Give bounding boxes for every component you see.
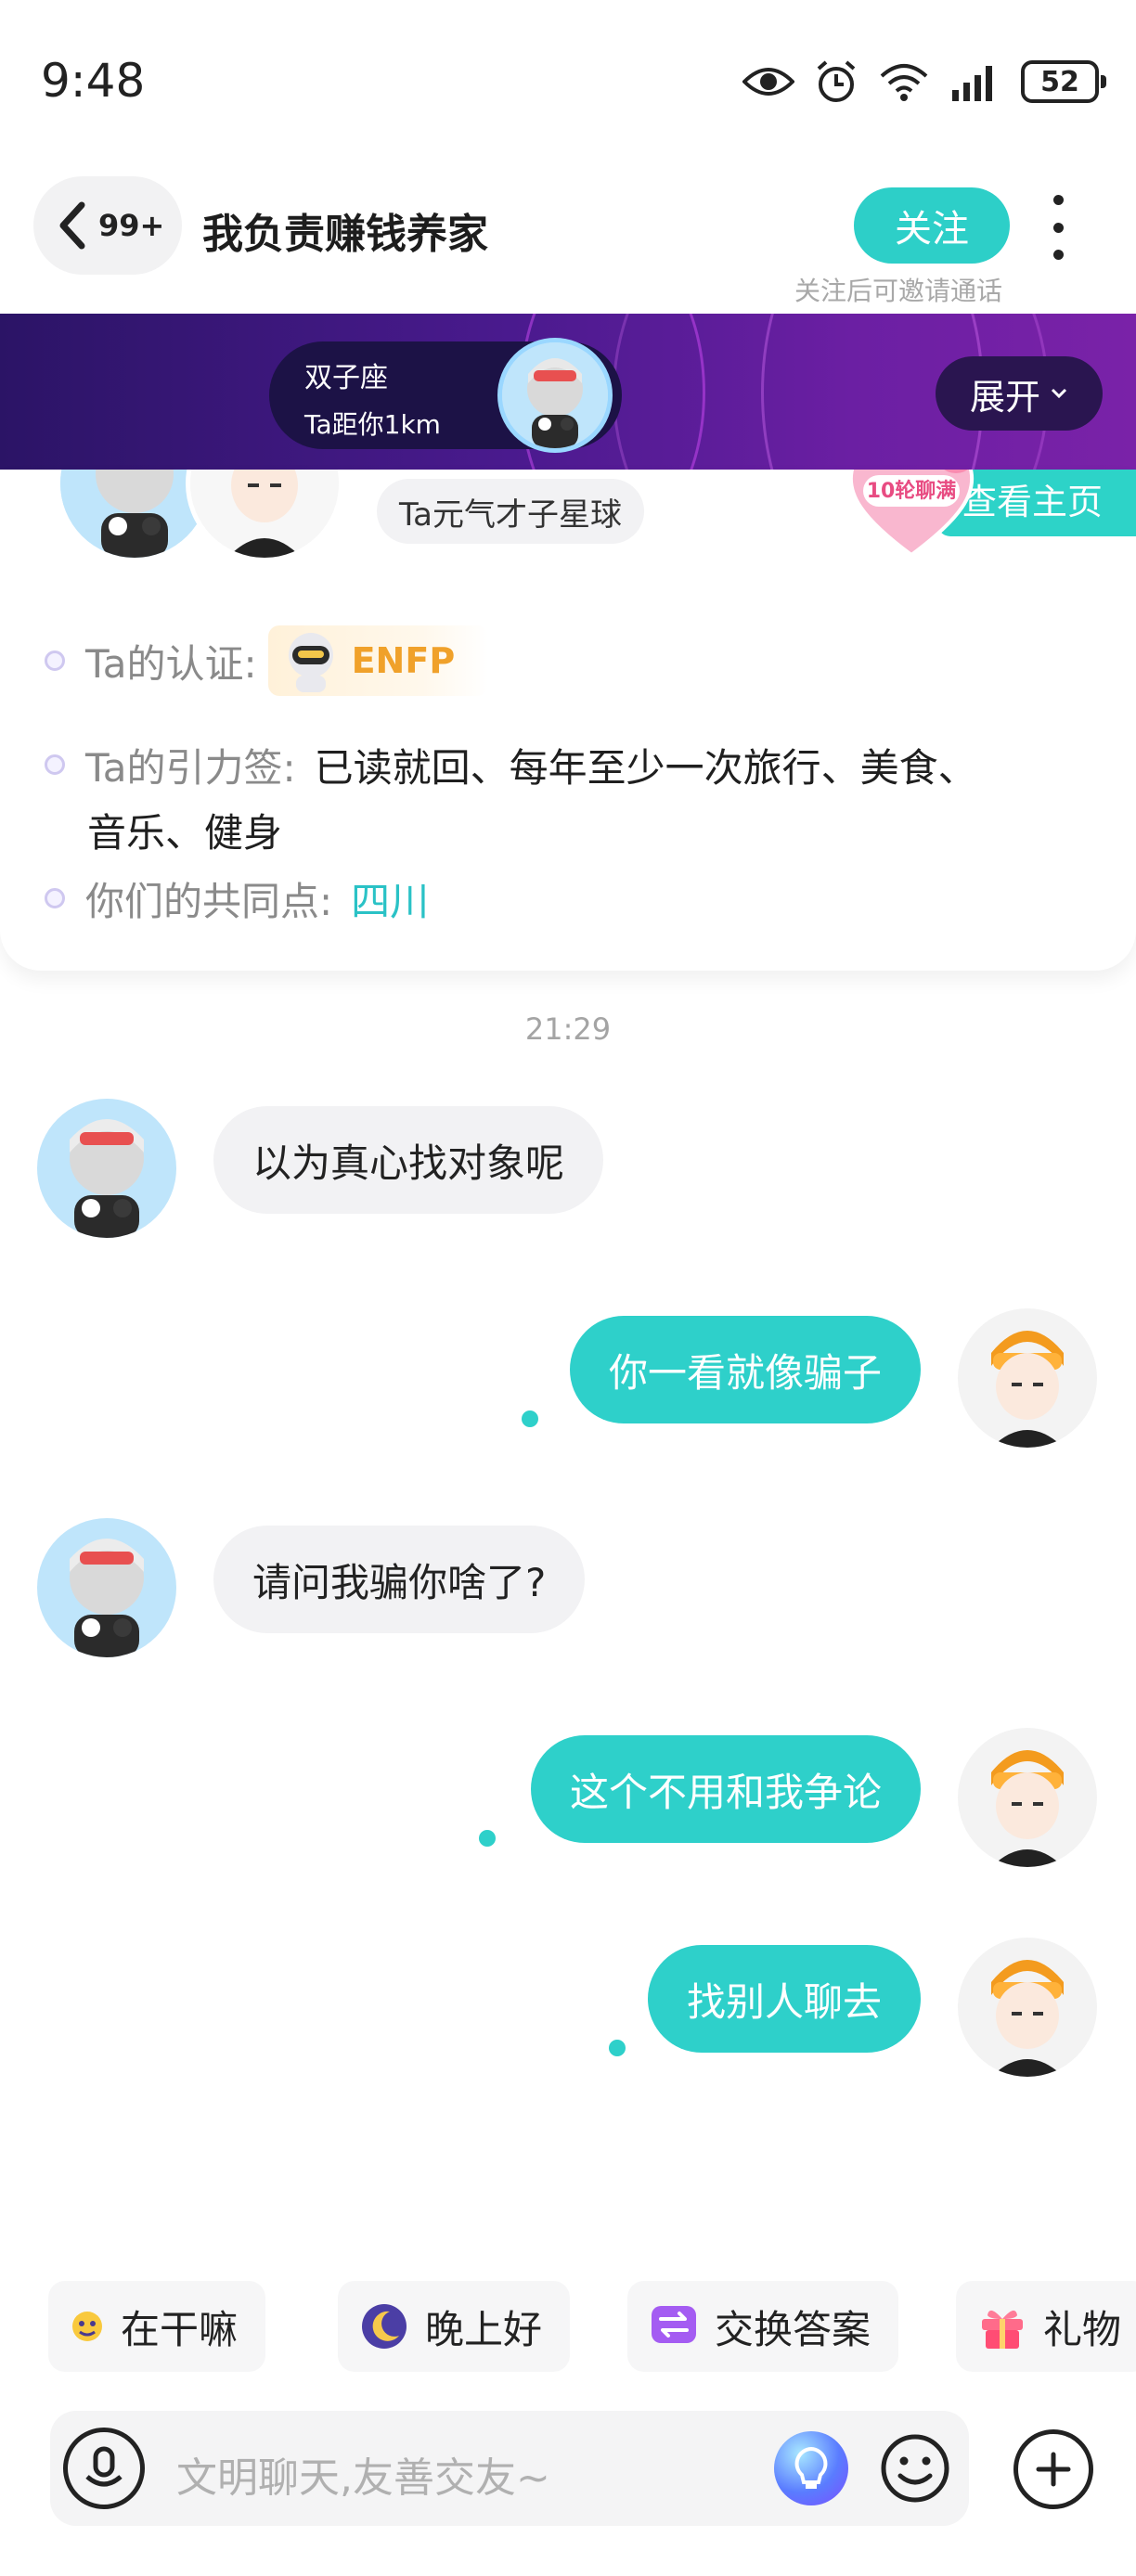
quick-reply-chip[interactable]: 礼物 [956, 2281, 1136, 2372]
tags-line2: 音乐、健身 [87, 809, 283, 856]
astronaut-icon [288, 633, 333, 692]
match-banner[interactable]: 双子座 Ta距你1km 展开 [0, 314, 1136, 470]
signal-icon [952, 66, 992, 101]
avatar-image [958, 1938, 1097, 2077]
profile-summary-pill: 双子座 Ta距你1km [269, 338, 622, 453]
mbti-text: ENFP [351, 640, 456, 681]
tags-line1: 已读就回、每年至少一次旅行、美食、 [314, 744, 977, 791]
chevron-left-icon [59, 201, 85, 250]
voice-button[interactable] [63, 2428, 145, 2509]
avatar-image [37, 1518, 176, 1657]
status-icons: 52 [742, 54, 1106, 109]
quick-reply-chip[interactable]: 在干嘛 [48, 2281, 266, 2372]
battery-indicator: 52 [1021, 60, 1106, 103]
quick-reply-chip[interactable]: 交换答案 [627, 2281, 899, 2372]
zodiac-label: 双子座 [304, 362, 388, 394]
my-chat-avatar[interactable] [958, 1938, 1097, 2077]
chat-timestamp: 21:29 [524, 1011, 612, 1047]
my-chat-avatar[interactable] [958, 1728, 1097, 1867]
cert-label: Ta的认证: [85, 640, 257, 687]
chat-title: 我负责赚钱养家 [202, 211, 488, 258]
voice-icon [85, 2446, 123, 2487]
planet-chip: Ta元气才子星球 [377, 479, 644, 544]
add-attachment-button[interactable] [1013, 2429, 1093, 2509]
common-value: 四川 [351, 878, 430, 924]
quick-reply-label: 礼物 [1043, 2306, 1122, 2352]
follow-button[interactable]: 关注 [854, 187, 1010, 264]
back-button[interactable]: 99+ [33, 176, 182, 275]
heart-badge-icon: 10轮聊满 [848, 470, 975, 558]
gift-icon [982, 2310, 1023, 2349]
quick-reply-label: 交换答案 [715, 2306, 871, 2352]
common-label: 你们的共同点: [85, 878, 333, 924]
their-chat-avatar[interactable] [37, 1099, 176, 1238]
avatar-image [190, 470, 339, 558]
message-bubble-out[interactable]: 这个不用和我争论 [530, 1735, 921, 1843]
moon-icon [362, 2304, 407, 2349]
read-indicator [609, 2040, 626, 2056]
distance-label: Ta距你1km [304, 409, 441, 440]
status-bar: 9:48 52 [0, 0, 1136, 167]
message-input-box[interactable]: 文明聊天,友善交友~ [50, 2411, 969, 2526]
my-chat-avatar[interactable] [958, 1308, 1097, 1448]
banner-avatar[interactable] [497, 338, 613, 453]
unread-count: 99+ [98, 208, 165, 243]
message-bubble-in[interactable]: 以为真心找对象呢 [213, 1106, 604, 1214]
ai-assistant-button[interactable] [774, 2431, 848, 2505]
tags-label: Ta的引力签: [85, 744, 296, 791]
avatar-image [37, 1099, 176, 1238]
quick-replies: 在干嘛 晚上好 交换答案 礼物 [48, 2281, 1136, 2374]
swap-icon [652, 2306, 696, 2343]
plus-icon [1036, 2452, 1071, 2487]
dot-icon [1052, 250, 1064, 260]
avatar-image [958, 1728, 1097, 1867]
quick-reply-label: 晚上好 [425, 2306, 543, 2352]
expand-label: 展开 [969, 376, 1040, 418]
common-row: 你们的共同点: 四川 [45, 870, 429, 926]
wifi-icon [880, 64, 928, 101]
message-bubble-out[interactable]: 找别人聊去 [647, 1945, 921, 2053]
chat-header: 99+ 我负责赚钱养家 关注 关注后可邀请通话 [0, 167, 1136, 316]
profile-card: Ta元气才子星球 查看主页 10轮聊满 Ta的认证: ENFP Ta的引力签: … [0, 470, 1136, 971]
message-bubble-in[interactable]: 请问我骗你啥了? [213, 1526, 586, 1633]
follow-hint: 关注后可邀请通话 [794, 276, 1003, 306]
bullet-icon [45, 650, 65, 671]
heart-badge-text: 10轮聊满 [867, 479, 957, 503]
quick-reply-chip[interactable]: 晚上好 [338, 2281, 571, 2372]
bullet-icon [45, 754, 65, 775]
quick-reply-label: 在干嘛 [121, 2306, 239, 2352]
avatar-image [502, 342, 608, 448]
dot-icon [1052, 222, 1064, 233]
avatar-image [958, 1308, 1097, 1448]
status-time: 9:48 [41, 54, 146, 108]
message-bubble-out[interactable]: 你一看就像骗子 [569, 1316, 921, 1423]
emoji-button[interactable] [876, 2429, 954, 2507]
mbti-badge[interactable]: ENFP [267, 625, 489, 696]
eye-icon [742, 68, 794, 96]
read-indicator [479, 1830, 496, 1847]
alarm-icon [817, 60, 856, 102]
bulb-icon [794, 2446, 828, 2489]
my-avatar[interactable] [186, 470, 343, 562]
expand-button[interactable]: 展开 [936, 356, 1103, 431]
read-indicator [522, 1410, 538, 1427]
message-input[interactable]: 文明聊天,友善交友~ [176, 2444, 550, 2504]
their-chat-avatar[interactable] [37, 1518, 176, 1657]
tags-row-continued: 音乐、健身 [87, 802, 282, 857]
more-menu-button[interactable] [1039, 195, 1077, 260]
dot-icon [1052, 195, 1064, 205]
chevron-down-icon [1051, 388, 1067, 399]
cert-row: Ta的认证: ENFP [45, 616, 489, 705]
bullet-icon [45, 888, 65, 908]
tags-row: Ta的引力签: 已读就回、每年至少一次旅行、美食、 [45, 737, 977, 792]
emoji-icon [72, 2312, 102, 2341]
